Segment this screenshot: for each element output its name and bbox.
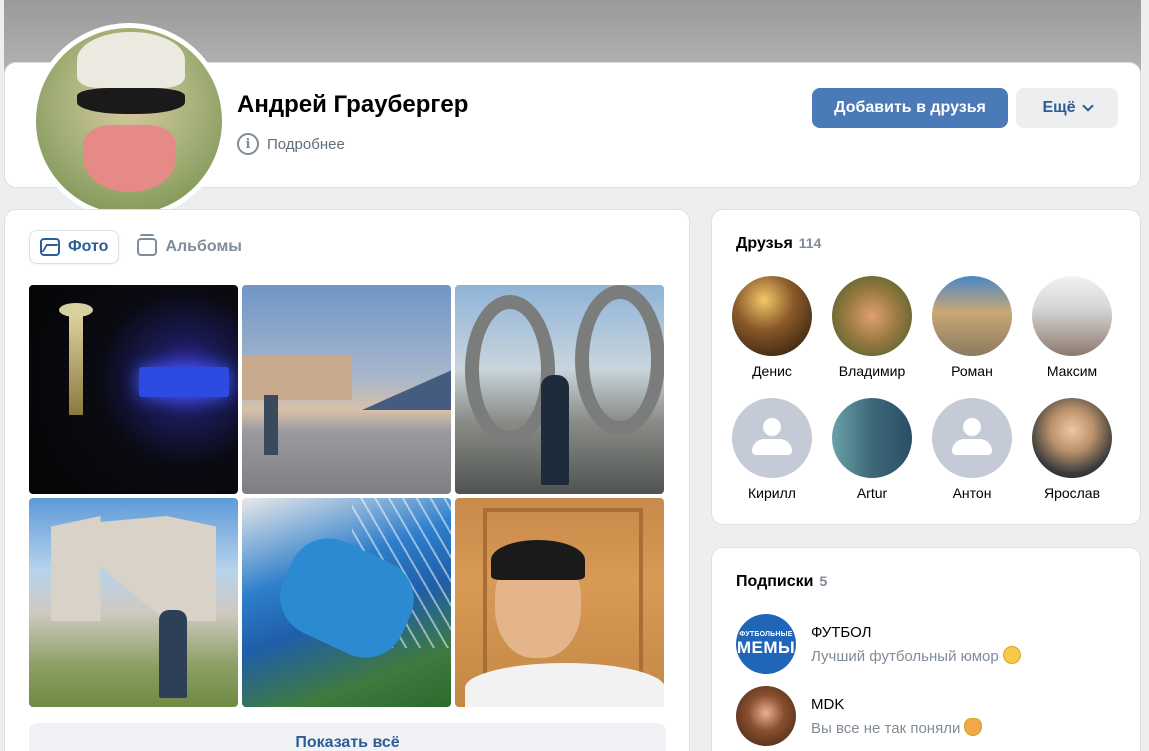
avatar-mask	[82, 124, 176, 192]
cat-face-icon	[964, 717, 983, 736]
friend-name: Кирилл	[748, 485, 796, 501]
friend-item[interactable]: Максим	[1022, 276, 1122, 379]
info-icon: i	[237, 133, 259, 155]
friends-title: Друзья	[736, 235, 793, 252]
subscriptions-list: ФУТБОЛЬНЫЕ МЕМЫ ФУТБОЛ Лучший футбольный…	[736, 614, 1126, 751]
profile-header-card: Андрей Граубергер i Подробнее Добавить в…	[4, 23, 1141, 219]
friend-item[interactable]: Денис	[722, 276, 822, 379]
subscriptions-title: Подписки	[736, 573, 814, 590]
grinning-face-icon	[1002, 645, 1021, 664]
avatar: ФУТБОЛЬНЫЕ МЕМЫ	[736, 614, 796, 674]
avatar	[1032, 276, 1112, 356]
photo-tower-top	[59, 303, 93, 317]
tab-albums[interactable]: Альбомы	[127, 230, 252, 264]
photo-shirt	[465, 663, 664, 707]
avatar	[832, 276, 912, 356]
friend-name: Денис	[752, 363, 792, 379]
image-icon	[40, 238, 60, 256]
chevron-down-icon	[1081, 100, 1094, 112]
friends-count: 114	[798, 235, 822, 251]
tab-photos[interactable]: Фото	[29, 230, 120, 264]
subscription-description: Лучший футбольный юмор	[811, 645, 1021, 665]
friend-name: Максим	[1046, 363, 1098, 379]
subscription-name: ФУТБОЛ	[811, 623, 872, 641]
subscription-item[interactable]: ФУТБОЛЬНЫЕ МЕМЫ ФУТБОЛ Лучший футбольный…	[736, 614, 1126, 674]
photo-dome	[362, 370, 451, 410]
friend-name: Владимир	[838, 363, 906, 379]
avatar-logo-big: МЕМЫ	[736, 637, 796, 657]
subscription-item[interactable]: MDK Вы все не так поняли	[736, 686, 1126, 746]
photo-thumbnail[interactable]	[242, 285, 451, 494]
friend-name: Artur	[856, 485, 888, 501]
friend-item[interactable]: Роман	[922, 276, 1022, 379]
photo-person	[264, 395, 278, 455]
default-avatar-icon	[932, 398, 1012, 478]
friend-item[interactable]: Владимир	[822, 276, 922, 379]
avatar	[1032, 398, 1112, 478]
friend-item[interactable]: Антон	[922, 398, 1022, 501]
avatar	[932, 276, 1012, 356]
avatar-logo-small: ФУТБОЛЬНЫЕ	[739, 630, 793, 638]
subscription-description-text: Лучший футбольный юмор	[811, 647, 999, 665]
subscriptions-card: Подписки 5 ФУТБОЛЬНЫЕ МЕМЫ ФУТБОЛ Лучший …	[711, 547, 1141, 751]
photo-thumbnail[interactable]	[29, 498, 238, 707]
photo-person	[159, 610, 187, 698]
friends-card: Друзья 114 Денис Владимир Роман Максим Ки…	[711, 209, 1141, 525]
photo-sculpture-arc	[575, 285, 664, 435]
friends-grid: Денис Владимир Роман Максим Кирилл Artur	[722, 276, 1132, 501]
photo-grid	[29, 285, 666, 709]
friend-item[interactable]: Ярослав	[1022, 398, 1122, 501]
photo-thumbnail[interactable]	[29, 285, 238, 494]
subscriptions-count: 5	[819, 573, 828, 589]
friend-item[interactable]: Кирилл	[722, 398, 822, 501]
friend-name: Антон	[952, 485, 992, 501]
photo-buildings	[242, 355, 352, 400]
details-label: Подробнее	[267, 135, 345, 153]
subscription-name: MDK	[811, 695, 845, 713]
show-all-button[interactable]: Показать всё	[29, 723, 666, 751]
avatar	[736, 686, 796, 746]
photos-tabs: Фото Альбомы	[29, 230, 252, 264]
avatar	[732, 276, 812, 356]
photo-thumbnail[interactable]	[455, 285, 664, 494]
subscription-description: Вы все не так поняли	[811, 717, 983, 737]
photo-person	[541, 375, 569, 485]
more-button[interactable]: Ещё	[1016, 88, 1118, 128]
photo-building	[51, 516, 216, 621]
add-friend-button[interactable]: Добавить в друзья	[812, 88, 1008, 128]
avatar	[832, 398, 912, 478]
profile-name: Андрей Граубергер	[237, 91, 469, 118]
tab-photos-label: Фото	[68, 238, 109, 255]
avatar-helmet	[76, 31, 185, 88]
friend-name: Роман	[951, 363, 993, 379]
friend-item[interactable]: Artur	[822, 398, 922, 501]
friend-name: Ярослав	[1043, 485, 1101, 501]
default-avatar-icon	[732, 398, 812, 478]
friends-header[interactable]: Друзья 114	[736, 235, 821, 253]
photo-tower	[69, 305, 83, 415]
photo-hair	[491, 540, 585, 580]
subscriptions-header[interactable]: Подписки 5	[736, 573, 827, 591]
photo-neon-sign	[139, 367, 229, 397]
photo-thumbnail[interactable]	[455, 498, 664, 707]
photos-card: Фото Альбомы Показать всё	[4, 209, 690, 751]
details-link[interactable]: i Подробнее	[237, 133, 345, 155]
albums-icon	[137, 234, 158, 256]
more-label: Ещё	[1042, 99, 1076, 116]
tab-albums-label: Альбомы	[165, 238, 242, 255]
subscription-description-text: Вы все не так поняли	[811, 719, 961, 737]
avatar-sunglasses	[76, 87, 185, 114]
profile-avatar[interactable]	[31, 23, 227, 219]
photo-thumbnail[interactable]	[242, 498, 451, 707]
profile-avatar-image	[36, 28, 222, 214]
